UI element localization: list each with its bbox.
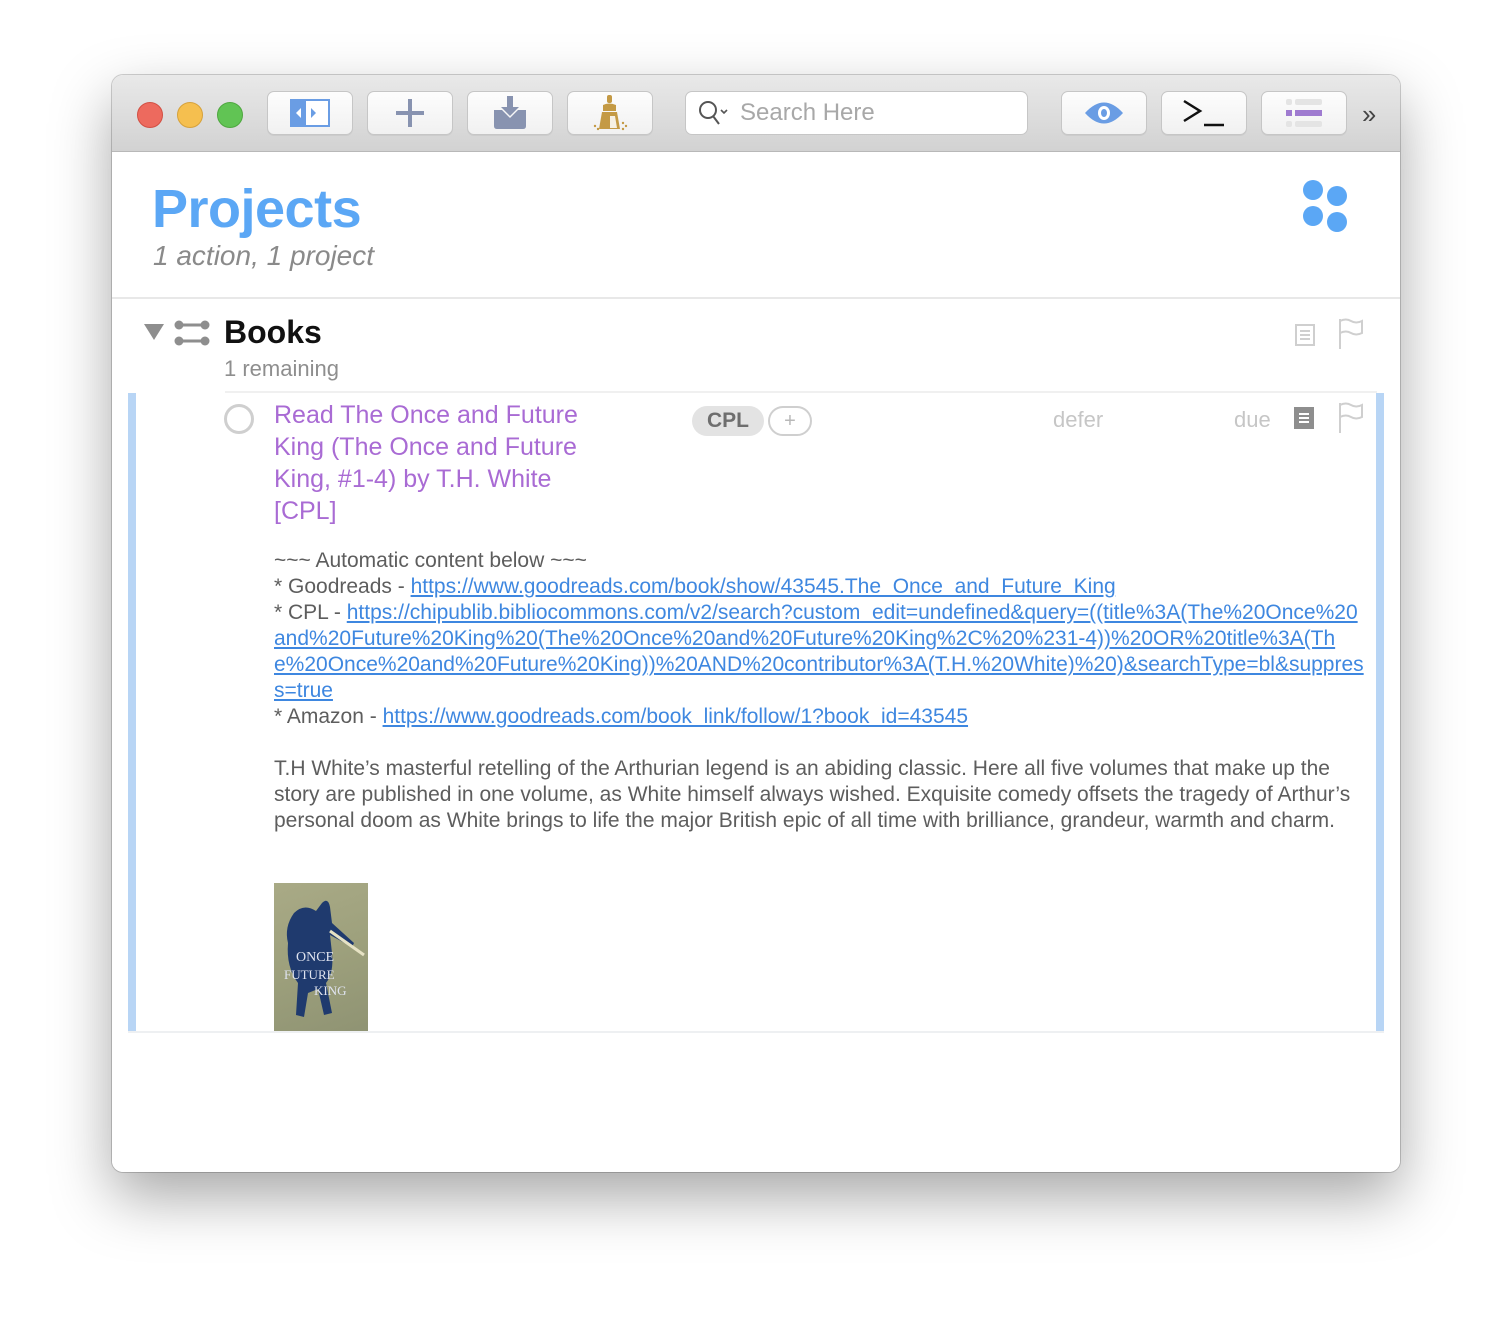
broom-icon	[593, 95, 628, 131]
goodreads-link[interactable]: https://www.goodreads.com/book/show/4354…	[411, 575, 1116, 598]
action-row[interactable]: Read The Once and Future King (The Once …	[128, 393, 1384, 1033]
inbox-button[interactable]	[467, 91, 553, 135]
selection-indicator	[128, 393, 136, 1033]
selection-indicator	[1376, 393, 1384, 1033]
note-header: ~~~ Automatic content below ~~~	[274, 549, 587, 572]
automation-console-button[interactable]	[1161, 91, 1247, 135]
window-zoom-button[interactable]	[217, 102, 243, 128]
book-cover-art: ONCE FUTURE KING	[284, 900, 365, 1017]
search-icon	[699, 101, 728, 125]
completion-checkbox[interactable]	[224, 404, 254, 434]
flag-icon[interactable]	[1338, 318, 1364, 350]
search-input[interactable]	[738, 98, 1002, 128]
note-icon[interactable]	[1295, 324, 1315, 346]
note-link-line: * Amazon - https://www.goodreads.com/boo…	[274, 705, 969, 728]
action-title[interactable]: Read The Once and Future King (The Once …	[274, 399, 619, 527]
toolbar-overflow-button[interactable]: ››	[1362, 99, 1376, 130]
note-link-line: * Goodreads - https://www.goodreads.com/…	[274, 575, 1116, 598]
tag-pill[interactable]: CPL	[692, 406, 764, 436]
header-divider	[112, 297, 1400, 299]
note-link-line: * CPL - https://chipublib.bibliocommons.…	[274, 601, 1364, 702]
action-note[interactable]: ~~~ Automatic content below ~~~ * Goodre…	[274, 548, 1364, 834]
add-tag-button[interactable]: +	[768, 406, 812, 436]
book-cover-image: ONCE FUTURE KING	[274, 883, 368, 1033]
defer-date-field[interactable]: defer	[1053, 407, 1103, 433]
clean-up-button[interactable]	[567, 91, 653, 135]
project-title[interactable]: Books	[224, 314, 322, 351]
sidebar-toggle-button[interactable]	[267, 91, 353, 135]
disclosure-triangle-icon[interactable]	[144, 324, 164, 340]
due-date-field[interactable]: due	[1234, 407, 1271, 433]
action-divider	[128, 1031, 1384, 1033]
window-close-button[interactable]	[137, 102, 163, 128]
note-description: T.H White’s masterful retelling of the A…	[274, 757, 1351, 832]
toolbar: ››	[112, 75, 1400, 152]
main-content: Projects 1 action, 1 project Books 1 rem…	[112, 152, 1400, 1172]
outline-view-button[interactable]	[1261, 91, 1347, 135]
flag-icon[interactable]	[1338, 402, 1364, 434]
new-item-button[interactable]	[367, 91, 453, 135]
page-title: Projects	[152, 179, 362, 239]
search-field[interactable]	[685, 91, 1028, 135]
cpl-link[interactable]: https://chipublib.bibliocommons.com/v2/s…	[274, 601, 1364, 702]
plus-icon	[396, 99, 424, 127]
sidebar-toggle-icon	[290, 99, 330, 127]
inbox-download-icon	[494, 96, 526, 129]
project-sequential-icon	[174, 320, 210, 346]
page-subtitle: 1 action, 1 project	[153, 240, 375, 271]
view-options-button[interactable]	[1061, 91, 1147, 135]
terminal-prompt-icon	[1183, 99, 1224, 127]
amazon-link[interactable]: https://www.goodreads.com/book_link/foll…	[383, 705, 968, 728]
note-filled-icon[interactable]	[1294, 407, 1314, 429]
svg-text:KING: KING	[314, 983, 347, 998]
app-window: ›› Projects 1 action, 1 project Books 1 …	[112, 75, 1400, 1172]
eye-icon	[1085, 102, 1123, 124]
projects-perspective-icon	[1303, 180, 1347, 232]
svg-text:ONCE: ONCE	[296, 950, 334, 965]
svg-text:FUTURE: FUTURE	[284, 967, 335, 982]
project-remaining-count: 1 remaining	[224, 356, 339, 381]
project-row[interactable]: Books 1 remaining	[112, 302, 1400, 392]
window-minimize-button[interactable]	[177, 102, 203, 128]
list-icon	[1286, 99, 1322, 127]
